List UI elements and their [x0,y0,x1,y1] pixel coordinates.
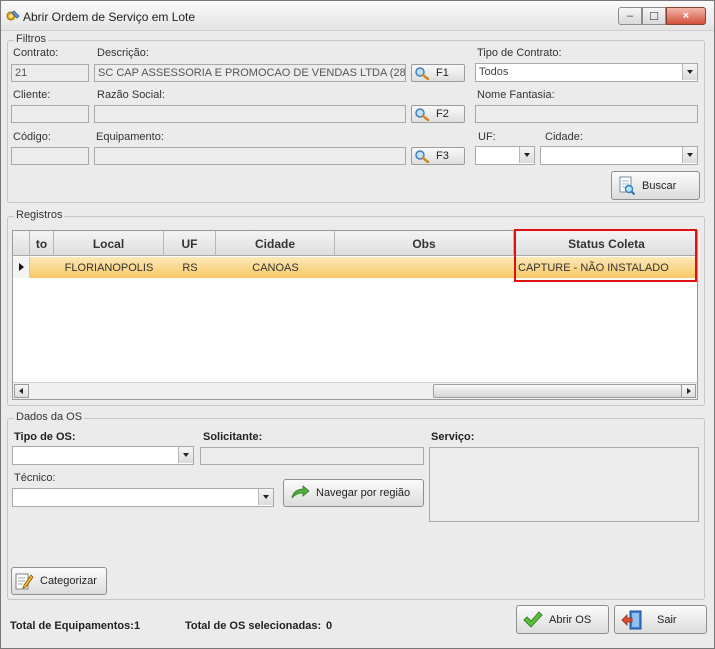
tipo-os-label: Tipo de OS: [14,431,76,443]
chevron-down-icon[interactable] [519,147,534,163]
total-os-label: Total de OS selecionadas: [185,620,322,632]
cell-local: FLORIANOPOLIS [64,261,154,274]
contrato-label: Contrato: [13,47,59,59]
title-bar[interactable]: Abrir Ordem de Serviço em Lote – ☐ × [1,1,714,31]
close-icon: × [682,10,690,22]
cell-obs [335,257,514,278]
chevron-down-icon[interactable] [682,147,697,163]
solicitante-label: Solicitante: [203,431,263,443]
exit-door-icon [621,610,643,630]
equipamento-field[interactable] [94,147,406,165]
cidade-select[interactable] [540,146,698,165]
status-coleta-highlight [514,229,697,282]
solicitante-field[interactable] [200,447,424,465]
scroll-right-icon[interactable] [681,384,696,398]
tipo-contrato-select[interactable]: Todos [475,63,698,82]
buscar-label: Buscar [642,179,677,192]
tecnico-select[interactable] [12,488,274,507]
tipo-contrato-label: Tipo de Contrato: [477,47,562,59]
column-header-local[interactable]: Local [54,231,164,256]
check-icon [523,610,543,629]
cell-cidade: CANOAS [252,261,299,274]
row-header-corner [13,231,30,256]
descricao-label: Descrição: [97,47,149,59]
magnifier-icon [414,149,430,163]
tipo-os-select[interactable] [12,446,194,465]
window-controls: – ☐ × [618,7,706,26]
cliente-field[interactable] [11,105,89,123]
row-selector-arrow-icon[interactable] [13,257,30,278]
column-header-to[interactable]: to [30,231,54,256]
navegar-por-regiao-button[interactable]: Navegar por região [283,479,424,507]
servico-field[interactable] [429,447,699,522]
sair-label: Sair [657,613,677,626]
cidade-label: Cidade: [545,131,583,143]
categorizar-label: Categorizar [40,575,97,587]
f2-search-button[interactable]: F2 [411,105,465,123]
scroll-left-icon[interactable] [14,384,29,398]
razao-social-field[interactable] [94,105,406,123]
f1-search-button[interactable]: F1 [411,64,465,82]
minimize-icon: – [626,10,634,22]
descricao-field[interactable]: SC CAP ASSESSORIA E PROMOCAO DE VENDAS L… [94,64,406,82]
total-os-value: 0 [326,620,333,632]
minimize-button[interactable]: – [618,7,642,25]
cell-uf: RS [182,261,198,274]
f1-label: F1 [436,67,449,79]
f3-label: F3 [436,150,449,162]
equipamento-label: Equipamento: [96,131,164,143]
uf-label: UF: [478,131,496,143]
window-title: Abrir Ordem de Serviço em Lote [23,10,196,24]
abrir-os-button[interactable]: Abrir OS [516,605,609,634]
contrato-field[interactable]: 21 [11,64,89,82]
registros-legend: Registros [14,209,65,221]
scroll-thumb[interactable] [433,384,682,398]
dados-os-legend: Dados da OS [14,411,85,423]
navegar-label: Navegar por região [316,487,411,499]
tipo-contrato-value: Todos [479,66,509,78]
razao-social-label: Razão Social: [97,89,165,101]
categorizar-button[interactable]: Categorizar [11,567,107,595]
f3-search-button[interactable]: F3 [411,147,465,165]
codigo-label: Código: [13,131,51,143]
cell-to [30,257,54,278]
chevron-down-icon[interactable] [682,64,697,80]
maximize-button[interactable]: ☐ [642,7,666,25]
sair-button[interactable]: Sair [614,605,707,634]
horizontal-scrollbar[interactable] [13,382,697,399]
chevron-down-icon[interactable] [258,489,273,505]
total-equipamentos-value: 1 [134,620,141,632]
total-equipamentos-label: Total de Equipamentos: [10,620,134,632]
servico-label: Serviço: [431,431,475,443]
filtros-legend: Filtros [14,33,48,45]
column-header-uf[interactable]: UF [164,231,216,256]
nome-fantasia-field[interactable] [475,105,698,123]
abrir-os-label: Abrir OS [549,613,592,626]
chevron-down-icon[interactable] [178,447,193,463]
column-header-obs[interactable]: Obs [335,231,514,256]
f2-label: F2 [436,108,449,120]
cliente-label: Cliente: [13,89,51,101]
maximize-icon: ☐ [649,10,659,23]
column-header-cidade[interactable]: Cidade [216,231,335,256]
edit-document-icon [14,571,34,591]
uf-select[interactable] [475,146,535,165]
magnifier-icon [414,107,430,121]
magnifier-icon [414,66,430,80]
nome-fantasia-label: Nome Fantasia: [477,89,555,101]
main-window: Abrir Ordem de Serviço em Lote – ☐ × Fil… [0,0,715,649]
buscar-button[interactable]: Buscar [611,171,700,200]
search-document-icon [618,176,636,196]
codigo-field[interactable] [11,147,89,165]
app-icon [6,9,20,22]
tecnico-label: Técnico: [14,472,56,484]
close-button[interactable]: × [666,7,706,25]
green-arrow-icon [290,485,310,501]
